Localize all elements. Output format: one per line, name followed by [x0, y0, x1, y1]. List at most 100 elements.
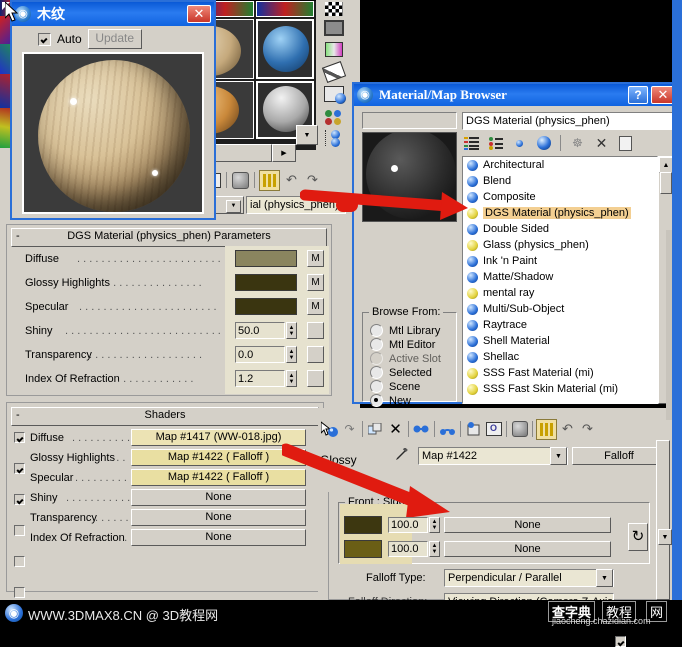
dgs-mapbutton-transparency[interactable]	[307, 346, 324, 363]
browse-from-option-scene[interactable]: Scene	[370, 380, 420, 393]
view-small-sphere-icon[interactable]	[510, 133, 529, 153]
list-item[interactable]: Raytrace	[463, 317, 657, 333]
list-item[interactable]: SSS Fast Material (mi)	[463, 365, 657, 381]
radio-icon[interactable]	[370, 394, 383, 407]
shader-map-ior[interactable]: None	[131, 529, 306, 546]
dgs-spinner-transparency-buttons[interactable]: ▲ ▼	[286, 346, 297, 363]
shader-check-diffuse[interactable]	[14, 432, 25, 443]
show-map-icon[interactable]	[259, 169, 280, 191]
dgs-spinner-ior[interactable]: 1.2	[235, 370, 285, 387]
dgs-swatch-specular[interactable]	[235, 298, 297, 315]
show-map-in-viewport-icon[interactable]	[464, 419, 483, 439]
help-icon[interactable]: ?	[628, 86, 648, 104]
dgs-swatch-diffuse[interactable]	[235, 250, 297, 267]
list-item[interactable]: mental ray	[463, 285, 657, 301]
reset-map-icon[interactable]: ✕	[386, 419, 405, 439]
browser-material-list[interactable]: Architectural Blend Composite DGS Materi…	[462, 156, 658, 404]
clear-icon[interactable]	[616, 133, 635, 153]
map-editor-toolbar[interactable]: ↷ ✕ O ↶ ↷	[320, 417, 678, 441]
side-amount-spinner[interactable]: 100.0	[388, 541, 428, 557]
sample-uv-icon[interactable]	[231, 170, 250, 190]
shader-map-diffuse[interactable]: Map #1417 (WW-018.jpg)	[131, 429, 306, 446]
sample-slot[interactable]	[256, 1, 314, 17]
view-small-icon[interactable]	[486, 133, 505, 153]
list-item[interactable]: SSS Fast Skin Material (mi)	[463, 381, 657, 397]
list-item[interactable]: Ink 'n Paint	[463, 253, 657, 269]
dgs-mapbutton-ior[interactable]	[307, 370, 324, 387]
map-editor-scroll-down-button[interactable]: ▼	[658, 529, 672, 545]
dgs-swatch-glossy[interactable]	[235, 274, 297, 291]
front-amount-spinner-buttons[interactable]: ▲ ▼	[429, 517, 440, 533]
slots-scroll-down-button[interactable]: ▼	[296, 125, 318, 145]
dgs-mapbutton-glossy[interactable]: M	[307, 274, 324, 291]
gradient-icon[interactable]	[325, 42, 343, 57]
list-item[interactable]: Shellac	[463, 349, 657, 365]
scroll-thumb[interactable]	[660, 172, 672, 194]
go-forward-to-sibling-icon[interactable]: ↷	[578, 419, 597, 439]
shader-map-glossy[interactable]: Map #1422 ( Falloff )	[131, 449, 306, 466]
radio-icon[interactable]	[370, 324, 383, 337]
put-material-icon[interactable]: ↷	[340, 419, 359, 439]
browser-name-field[interactable]: DGS Material (physics_phen)	[462, 112, 674, 130]
background-icon[interactable]	[324, 20, 344, 36]
shader-map-shiny[interactable]: None	[131, 489, 306, 506]
options-icon[interactable]: O	[484, 419, 503, 439]
dgs-params-collapse-icon[interactable]: -	[16, 229, 20, 244]
swap-arrows-icon[interactable]: ↻	[628, 523, 648, 551]
backlight-icon[interactable]	[324, 86, 346, 104]
list-item[interactable]: Shell Material	[463, 333, 657, 349]
sample-slot-blue-sphere[interactable]	[256, 19, 314, 79]
render-window-titlebar[interactable]: ◉ 木纹 ✕	[12, 2, 214, 26]
dgs-spinner-ior-buttons[interactable]: ▲ ▼	[286, 370, 297, 387]
shader-map-transparency[interactable]: None	[131, 509, 306, 526]
delete-icon[interactable]: ✕	[592, 133, 611, 153]
shaders-collapse-icon[interactable]: -	[16, 408, 20, 423]
sample-ui-icon[interactable]	[325, 110, 343, 125]
map-type-button[interactable]: Falloff	[572, 447, 666, 465]
show-end-result-icon[interactable]	[536, 418, 557, 440]
list-item-selected[interactable]: DGS Material (physics_phen)	[463, 205, 657, 221]
list-item[interactable]: Composite	[463, 189, 657, 205]
make-unique-icon[interactable]	[412, 419, 431, 439]
chevron-down-icon[interactable]: ▼	[550, 447, 567, 465]
chevron-down-icon[interactable]: ▼	[596, 569, 613, 587]
put-to-library-icon[interactable]	[438, 419, 457, 439]
browse-from-option-selected[interactable]: Selected	[370, 366, 432, 379]
shader-map-specular[interactable]: Map #1422 ( Falloff )	[131, 469, 306, 486]
side-map-button[interactable]: None	[444, 541, 611, 557]
list-item[interactable]: Double Sided	[463, 221, 657, 237]
browser-titlebar[interactable]: ◉ Material/Map Browser ? ✕	[354, 84, 678, 106]
dgs-mapbutton-diffuse[interactable]: M	[307, 250, 324, 267]
auto-checkbox[interactable]	[38, 32, 51, 46]
slots-scroll-right-button[interactable]: ▶	[272, 144, 296, 162]
go-to-parent-icon[interactable]: ↶	[558, 419, 577, 439]
view-list-icon[interactable]	[462, 133, 481, 153]
dgs-spinner-shiny-buttons[interactable]: ▲ ▼	[286, 322, 297, 339]
list-item[interactable]: Architectural	[463, 157, 657, 173]
radio-icon[interactable]	[370, 380, 383, 393]
shader-check-transparency[interactable]	[14, 556, 25, 567]
radio-icon[interactable]	[370, 366, 383, 379]
go-to-parent-icon[interactable]: ↶	[282, 170, 301, 190]
dgs-mapbutton-shiny[interactable]	[307, 322, 324, 339]
scroll-up-button[interactable]: ▲	[659, 157, 673, 173]
side-color-swatch[interactable]	[344, 540, 382, 558]
browser-toolbar[interactable]: ☸ ✕	[462, 132, 674, 154]
side-map-enable-checkbox[interactable]	[615, 636, 626, 647]
shader-check-specular[interactable]	[14, 494, 25, 505]
radio-icon[interactable]	[370, 338, 383, 351]
browse-from-option-new[interactable]: New	[370, 394, 411, 407]
browse-from-option-mtl-editor[interactable]: Mtl Editor	[370, 338, 435, 351]
list-item[interactable]: Multi/Sub-Object	[463, 301, 657, 317]
close-icon[interactable]: ✕	[187, 5, 211, 23]
falloff-type-combo[interactable]: Perpendicular / Parallel ▼	[444, 569, 614, 587]
dgs-mapbutton-specular[interactable]: M	[307, 298, 324, 315]
side-amount-spinner-buttons[interactable]: ▲ ▼	[429, 541, 440, 557]
update-button[interactable]: Update	[87, 29, 142, 49]
browse-from-option-mtl-library[interactable]: Mtl Library	[370, 324, 440, 337]
shader-check-glossy[interactable]	[14, 463, 25, 474]
assign-to-selection-icon[interactable]	[366, 419, 385, 439]
sample-uv-icon[interactable]	[510, 419, 529, 439]
front-map-button[interactable]: None	[444, 517, 611, 533]
list-item[interactable]: Blend	[463, 173, 657, 189]
